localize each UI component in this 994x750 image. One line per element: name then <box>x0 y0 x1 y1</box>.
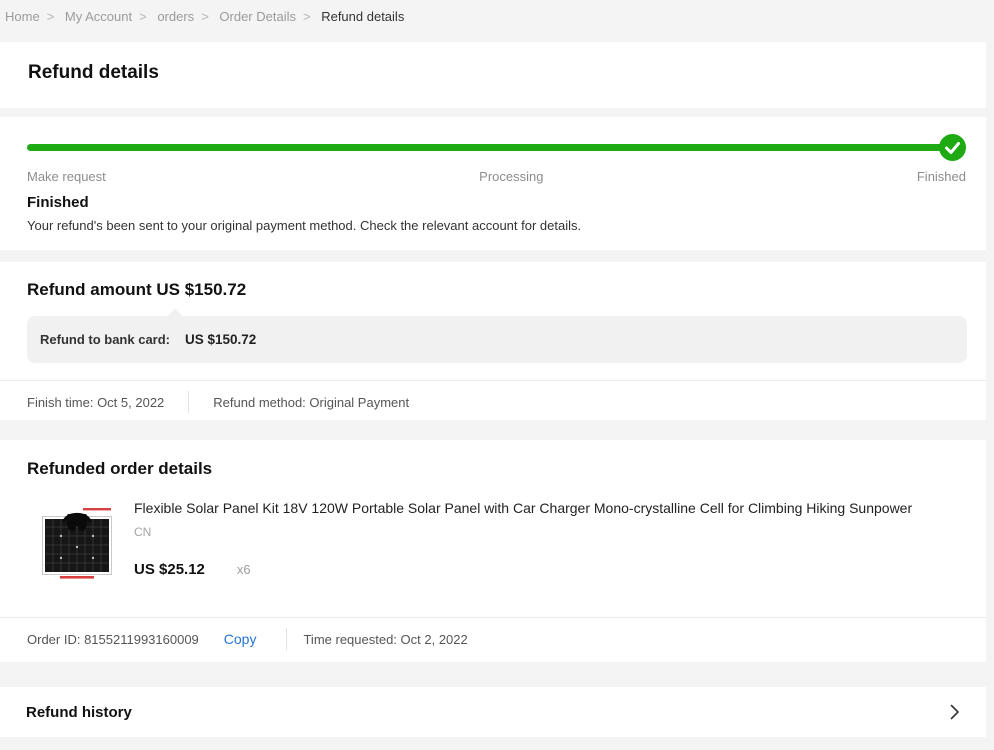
refund-history-heading: Refund history <box>26 704 132 721</box>
breadcrumb-separator: > <box>139 9 147 24</box>
breadcrumb-orders[interactable]: orders <box>157 9 194 24</box>
product-row: Flexible Solar Panel Kit 18V 120W Portab… <box>36 500 959 582</box>
progress-bar-fill <box>27 144 952 151</box>
refund-details-page: Home > My Account > orders > Order Details >… <box>0 0 986 737</box>
bank-card-amount: US $150.72 <box>185 332 256 347</box>
refund-history-row[interactable]: Refund history <box>0 687 986 737</box>
refunded-order-card: Refunded order details <box>0 440 986 662</box>
order-meta-row: Order ID: 8155211993160009 Copy Time req… <box>0 618 986 660</box>
page-title: Refund details <box>28 62 958 84</box>
breadcrumb-separator: > <box>303 9 311 24</box>
progress-step-processing: Processing <box>479 169 543 184</box>
progress-bar-track <box>27 134 966 161</box>
breadcrumb-order-details[interactable]: Order Details <box>219 9 296 24</box>
refund-amount-card: Refund amount US $150.72 Refund to bank … <box>0 262 986 420</box>
product-price: US $25.12 <box>134 561 205 578</box>
product-title: Flexible Solar Panel Kit 18V 120W Portab… <box>134 500 959 516</box>
finish-time: Finish time: Oct 5, 2022 <box>27 395 164 410</box>
refund-amount-heading: Refund amount US $150.72 <box>0 280 986 300</box>
title-card: Refund details <box>0 42 986 108</box>
product-image[interactable] <box>36 500 118 582</box>
vertical-divider <box>286 628 287 650</box>
refund-method: Refund method: Original Payment <box>213 395 409 410</box>
breadcrumb: Home > My Account > orders > Order Details >… <box>0 0 986 42</box>
breadcrumb-my-account[interactable]: My Account <box>65 9 132 24</box>
bank-card-label: Refund to bank card: <box>40 332 170 347</box>
refunded-order-heading: Refunded order details <box>0 459 986 479</box>
refund-status-title: Finished <box>27 194 966 211</box>
product-origin: CN <box>134 525 959 539</box>
check-icon <box>939 134 966 161</box>
breadcrumb-current: Refund details <box>321 9 404 24</box>
breadcrumb-separator: > <box>47 9 55 24</box>
refund-meta-row: Finish time: Oct 5, 2022 Refund method: … <box>0 381 986 420</box>
breadcrumb-home[interactable]: Home <box>5 9 40 24</box>
progress-card: Make request Processing Finished Finishe… <box>0 117 986 250</box>
product-quantity: x6 <box>237 562 251 577</box>
progress-step-make-request: Make request <box>27 169 106 184</box>
breadcrumb-separator: > <box>201 9 209 24</box>
progress-step-finished: Finished <box>917 169 966 184</box>
refund-destination-box: Refund to bank card: US $150.72 <box>27 316 967 363</box>
chevron-right-icon <box>950 704 960 720</box>
copy-order-id-button[interactable]: Copy <box>224 631 257 647</box>
price-row: US $25.12 x6 <box>134 561 959 578</box>
time-requested: Time requested: Oct 2, 2022 <box>303 632 467 647</box>
refund-status-description: Your refund's been sent to your original… <box>27 218 966 233</box>
order-id: Order ID: 8155211993160009 <box>27 632 199 647</box>
product-info: Flexible Solar Panel Kit 18V 120W Portab… <box>134 500 959 582</box>
progress-step-labels: Make request Processing Finished <box>27 169 966 184</box>
vertical-divider <box>188 391 189 413</box>
